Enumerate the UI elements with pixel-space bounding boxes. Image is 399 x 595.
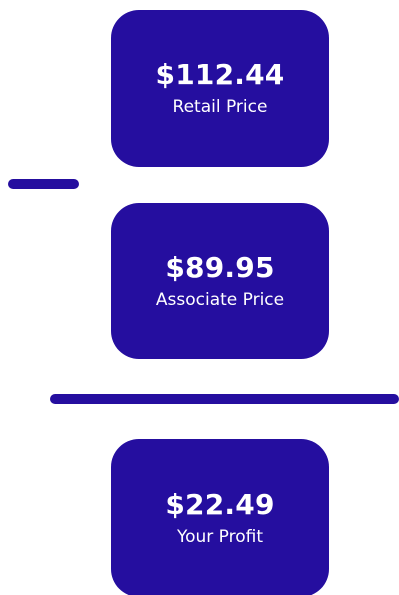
- pricing-breakdown: $112.44 Retail Price $89.95 Associate Pr…: [0, 0, 399, 595]
- your-profit-label: Your Profit: [176, 526, 264, 547]
- retail-price-card: $112.44 Retail Price: [111, 10, 329, 167]
- long-divider: [50, 394, 399, 404]
- short-divider: [8, 179, 79, 189]
- associate-price-label: Associate Price: [155, 289, 285, 310]
- associate-price-card: $89.95 Associate Price: [111, 203, 329, 359]
- your-profit-card: $22.49 Your Profit: [111, 439, 329, 595]
- your-profit-amount: $22.49: [165, 487, 275, 521]
- associate-price-amount: $89.95: [165, 250, 275, 284]
- retail-price-label: Retail Price: [172, 97, 268, 117]
- retail-price-amount: $112.44: [155, 58, 285, 91]
